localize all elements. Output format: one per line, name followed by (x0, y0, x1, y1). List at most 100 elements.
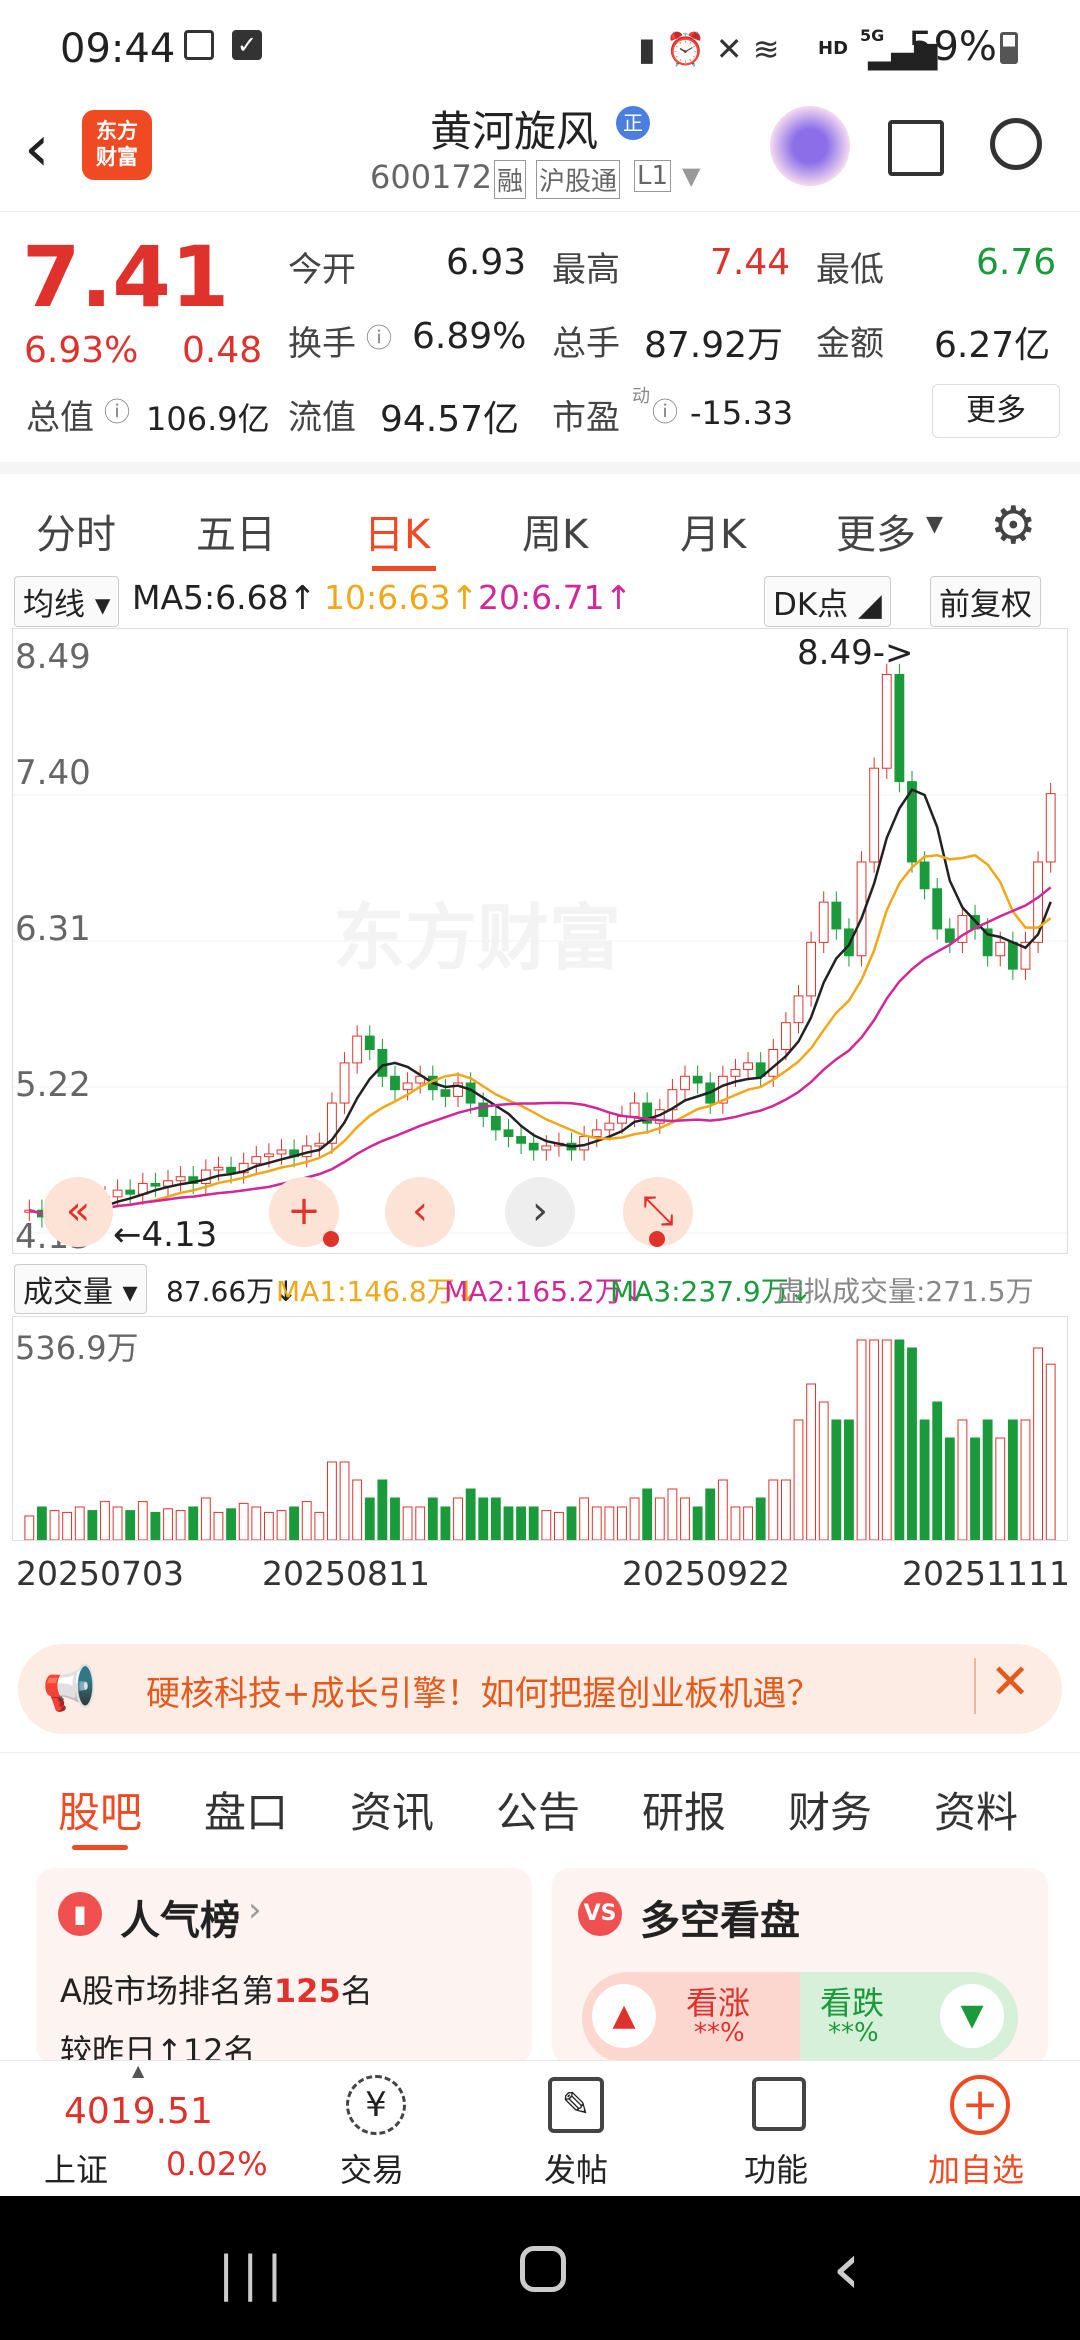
recents-icon[interactable]: ||| (218, 2246, 291, 2302)
arrow-down-icon: ▼ (940, 1984, 1004, 2048)
edit-icon[interactable]: ✎ (548, 2077, 604, 2133)
tab-announcements[interactable]: 公告 (496, 1779, 580, 1840)
bear-button[interactable]: 看跌 **% ▼ (800, 1972, 1018, 2064)
trade-icon[interactable]: ¥ (346, 2075, 406, 2135)
tab-profile[interactable]: 资料 (934, 1779, 1018, 1840)
volume-indicator-bar: 成交量 ▾ 87.66万↓ MA1:146.8万↓ MA2:165.2万↓ MA… (0, 1260, 1080, 1314)
volume-bar (579, 1497, 590, 1540)
candle (793, 995, 804, 1024)
volume-bar (390, 1497, 400, 1540)
vs-title: 多空看盘 (640, 1898, 800, 1944)
home-icon[interactable] (520, 2246, 566, 2292)
scroll-left-fast-icon[interactable]: « (43, 1177, 113, 1247)
volume-value: 87.92万 (644, 325, 784, 366)
trade-label[interactable]: 交易 (340, 2145, 404, 2191)
tab-five-day[interactable]: 五日 (196, 502, 276, 560)
volume-bar (528, 1506, 539, 1540)
tab-weekly-k[interactable]: 周K (522, 502, 588, 560)
volume-bar (478, 1497, 489, 1540)
info-icon[interactable]: ⓘ (366, 318, 392, 355)
bull-bear-card[interactable]: VS 多空看盘 ▲ 看涨 **% 看跌 **% ▼ (552, 1868, 1048, 2064)
gear-icon[interactable]: ⚙ (990, 496, 1037, 556)
ma-selector[interactable]: 均线 ▾ (14, 576, 120, 627)
tab-monthly-k[interactable]: 月K (680, 502, 746, 560)
add-watchlist-icon[interactable]: + (950, 2075, 1010, 2135)
tab-daily-k[interactable]: 日K (364, 502, 430, 560)
candle (604, 1122, 615, 1131)
date-label: 20250922 (622, 1554, 790, 1593)
y-tick: 6.31 (15, 909, 91, 949)
scroll-right-icon[interactable]: › (505, 1177, 575, 1247)
tag-connect: 沪股通 (536, 160, 621, 199)
volume-bar (465, 1488, 476, 1540)
volume-bar (37, 1506, 47, 1540)
status-icons: ▮ ⏰ ✕ ≋ (638, 30, 780, 68)
volume-bar (352, 1479, 363, 1540)
more-button[interactable]: 更多 (932, 384, 1060, 438)
volume-chart[interactable]: 536.9万 (12, 1316, 1068, 1541)
change-amount: 0.48 (182, 330, 263, 371)
dk-button[interactable]: DK点 ◢ (764, 576, 891, 627)
info-icon[interactable]: ⓘ (104, 392, 130, 429)
info-icon[interactable]: ⓘ (652, 392, 678, 429)
volume-bar (831, 1419, 842, 1540)
candle (818, 901, 829, 943)
eastmoney-logo: 东方 财富 (82, 110, 152, 180)
candle (377, 1048, 388, 1077)
volume-bar (995, 1437, 1006, 1540)
close-icon[interactable]: ✕ (990, 1654, 1030, 1710)
volume-bar (415, 1506, 426, 1540)
bull-button[interactable]: ▲ 看涨 **% (582, 1972, 800, 2064)
index-value[interactable]: 4019.51 (64, 2091, 213, 2132)
candle (490, 1115, 501, 1131)
index-change: 0.02% (166, 2145, 268, 2183)
tab-orderbook[interactable]: 盘口 (204, 1779, 288, 1840)
ad-banner[interactable]: 📢 硬核科技+成长引擎！如何把握创业板机遇？ ✕ (18, 1644, 1062, 1734)
post-label[interactable]: 发帖 (544, 2145, 608, 2191)
candle (516, 1136, 526, 1144)
volume-bar (591, 1506, 602, 1540)
chevron-right-icon: › (248, 1890, 262, 1930)
status-bar: 09:44 ✓ ▮ ⏰ ✕ ≋ HD 5G ▂▄▆ 59% (0, 0, 1080, 92)
scroll-left-icon[interactable]: ‹ (385, 1177, 455, 1247)
grid-icon[interactable] (752, 2077, 806, 2131)
volume-bar (970, 1437, 980, 1540)
popularity-card[interactable]: ▮ 人气榜 › A股市场排名第125名 较昨日↑12名 (36, 1868, 532, 2064)
volume-bar (516, 1506, 526, 1540)
candle (251, 1156, 262, 1164)
candle (175, 1176, 186, 1182)
volume-bar (894, 1339, 905, 1540)
check-icon: ✓ (232, 30, 262, 60)
function-label[interactable]: 功能 (744, 2145, 808, 2191)
high-label: 最高 (552, 250, 620, 290)
y-tick-top: 8.49 (15, 637, 91, 677)
chevron-down-icon[interactable]: ▼ (682, 162, 700, 190)
add-watchlist-label[interactable]: 加自选 (928, 2145, 1024, 2191)
volume-bar (869, 1339, 880, 1540)
ma5-value: MA5:6.68↑ (132, 578, 317, 617)
search-icon[interactable] (990, 118, 1042, 170)
volume-bar (440, 1506, 451, 1540)
tab-research[interactable]: 研报 (642, 1779, 726, 1840)
share-icon[interactable] (888, 120, 944, 176)
candle (743, 1062, 753, 1071)
tab-finance[interactable]: 财务 (788, 1779, 872, 1840)
chevron-down-icon[interactable]: ▼ (926, 512, 943, 537)
assistant-avatar[interactable] (770, 106, 850, 186)
arrow-up-icon: ▲ (592, 1984, 656, 2048)
candle (591, 1129, 602, 1138)
candle (125, 1189, 136, 1195)
indicator-selector[interactable]: 成交量 ▾ (14, 1264, 147, 1314)
adjust-button[interactable]: 前复权 (930, 576, 1041, 627)
candle (339, 1062, 350, 1104)
tab-news[interactable]: 资讯 (350, 1779, 434, 1840)
kline-chart[interactable]: 东方财富 8.49 7.40 6.31 5.22 4.13 8.49-> ←4.… (12, 628, 1068, 1257)
back-icon[interactable]: ‹ (24, 112, 50, 186)
tab-forum[interactable]: 股吧 (58, 1779, 142, 1840)
tab-intraday[interactable]: 分时 (36, 502, 116, 560)
back-nav-icon[interactable]: ‹ (832, 2226, 861, 2310)
volume-bar (137, 1501, 148, 1540)
tab-more[interactable]: 更多 (836, 502, 916, 560)
volume-bar (200, 1497, 211, 1540)
volume-bar (112, 1506, 123, 1540)
